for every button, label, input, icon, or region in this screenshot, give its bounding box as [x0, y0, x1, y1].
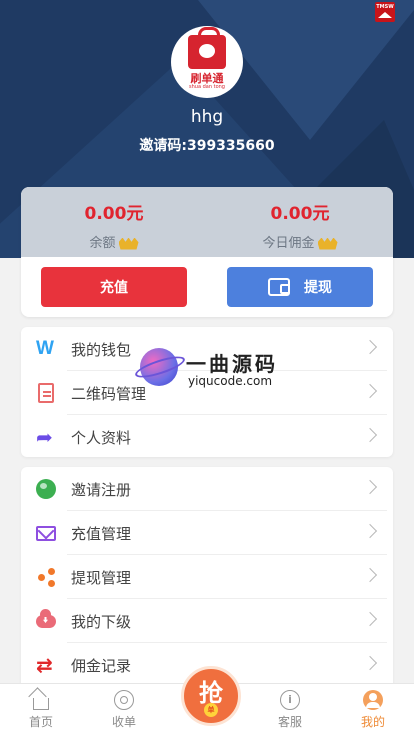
withdraw-button-label: 提现	[304, 280, 332, 296]
document-icon	[38, 383, 54, 403]
commission-stat: 0.00元 今日佣金	[207, 199, 393, 251]
share-node-icon	[36, 567, 56, 587]
menu-item-label: 邀请注册	[71, 481, 132, 499]
tab-orders[interactable]: 收单	[83, 690, 165, 730]
chevron-right-icon	[362, 383, 378, 399]
recharge-button-label: 充值	[100, 280, 128, 296]
invite-code: 邀请码:399335660	[139, 138, 275, 154]
menu-item-label: 二维码管理	[71, 385, 147, 403]
menu-item-label: 个人资料	[71, 429, 132, 447]
watermark-url: yiqucode.com	[188, 374, 273, 388]
crown-icon	[317, 237, 338, 250]
avatar-logo-subtext: shua dan tong	[189, 84, 225, 90]
tab-label: 收单	[111, 715, 136, 729]
tab-label: 首页	[28, 715, 53, 729]
wallet-card: 0.00元 余额 0.00元 今日佣金 充值 提现	[21, 187, 393, 317]
user-icon	[363, 690, 383, 710]
watermark-overlay: 一曲源码 yiqucode.com	[133, 346, 290, 392]
menu-item-label: 佣金记录	[71, 657, 132, 675]
node-dot	[38, 574, 45, 581]
recharge-button[interactable]: 充值	[41, 267, 187, 307]
crown-icon	[118, 237, 139, 250]
grab-sub-badge: 单	[204, 703, 218, 717]
balance-amount: 0.00元	[84, 204, 144, 224]
swap-arrows-icon: ⇄	[36, 653, 53, 677]
node-dot	[48, 580, 55, 587]
corner-badge-stripe	[378, 12, 392, 18]
menu-group-management: 邀请注册 充值管理 提现管理 我的下级 ⇄ 佣金记录	[21, 467, 393, 689]
watermark-title: 一曲源码	[186, 352, 278, 376]
tab-label: 我的	[360, 715, 385, 729]
menu-item-subordinates[interactable]: 我的下级	[21, 599, 393, 643]
chevron-right-icon	[362, 479, 378, 495]
chevron-right-icon	[362, 611, 378, 627]
corner-badge-icon: TMSW	[375, 2, 395, 22]
gear-icon	[114, 690, 134, 710]
grab-order-button[interactable]: 抢 单	[181, 666, 241, 726]
tab-home[interactable]: 首页	[0, 690, 82, 730]
shopping-bag-icon	[188, 27, 226, 69]
username: hhg	[190, 107, 224, 127]
withdraw-button[interactable]: 提现	[227, 267, 373, 307]
menu-item-label: 充值管理	[71, 525, 132, 543]
menu-item-label: 我的钱包	[71, 341, 132, 359]
menu-item-invite[interactable]: 邀请注册	[21, 467, 393, 511]
tab-label: 客服	[277, 715, 302, 729]
balance-stat: 0.00元 余额	[21, 199, 207, 251]
share-arrow-icon: ➦	[36, 425, 53, 449]
chevron-right-icon	[362, 523, 378, 539]
tab-me[interactable]: 我的	[332, 690, 414, 730]
home-icon	[33, 698, 49, 710]
mail-icon	[36, 526, 56, 541]
chevron-right-icon	[362, 655, 378, 671]
avatar[interactable]: 刷单通 shua dan tong	[171, 26, 243, 98]
chevron-right-icon	[362, 427, 378, 443]
node-dot	[48, 568, 55, 575]
menu-item-label: 我的下级	[71, 613, 132, 631]
commission-amount: 0.00元	[270, 204, 330, 224]
wallet-icon: W	[36, 338, 54, 359]
globe-icon	[36, 479, 56, 499]
wallet-card-icon	[268, 278, 290, 296]
chevron-right-icon	[362, 567, 378, 583]
menu-item-withdraw-manage[interactable]: 提现管理	[21, 555, 393, 599]
menu-item-profile[interactable]: ➦ 个人资料	[21, 415, 393, 459]
cloud-download-icon	[36, 609, 56, 628]
info-icon: i	[280, 690, 300, 710]
corner-badge-text: TMSW	[376, 4, 394, 10]
menu-item-label: 提现管理	[71, 569, 132, 587]
commission-label-row: 今日佣金	[207, 232, 393, 251]
commission-label: 今日佣金	[262, 236, 315, 251]
tab-service[interactable]: i 客服	[249, 690, 331, 730]
menu-item-recharge-manage[interactable]: 充值管理	[21, 511, 393, 555]
chevron-right-icon	[362, 339, 378, 355]
wallet-stats: 0.00元 余额 0.00元 今日佣金	[21, 187, 393, 257]
balance-label-row: 余额	[21, 232, 207, 251]
paw-icon	[199, 44, 215, 58]
balance-label: 余额	[89, 236, 116, 251]
